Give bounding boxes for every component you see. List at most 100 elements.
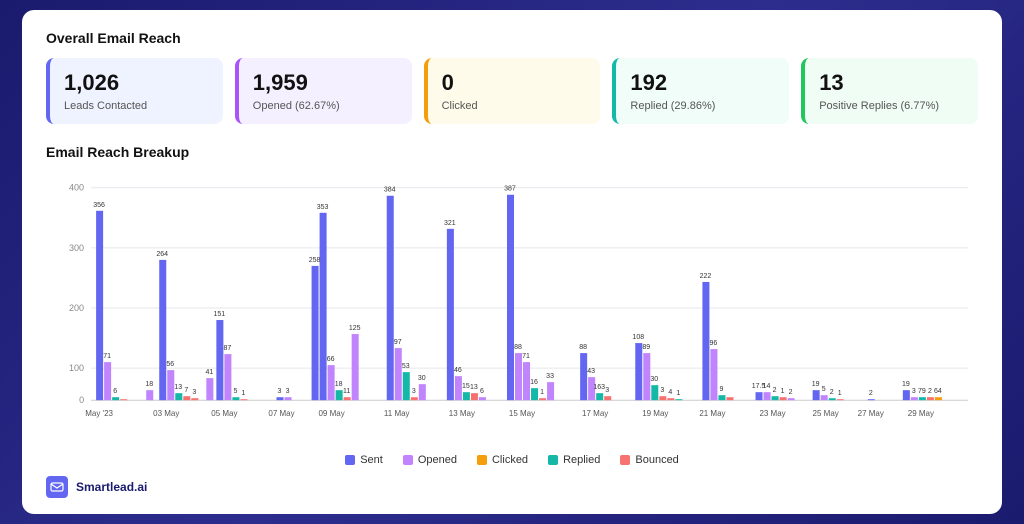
svg-text:71: 71 — [522, 353, 530, 360]
svg-text:264: 264 — [156, 251, 168, 258]
bar — [903, 390, 910, 400]
svg-text:3: 3 — [192, 389, 196, 396]
bar — [159, 260, 166, 400]
smartlead-logo-svg — [50, 480, 64, 494]
svg-text:0: 0 — [79, 395, 84, 405]
svg-text:33: 33 — [546, 373, 554, 380]
svg-text:1: 1 — [241, 390, 245, 397]
svg-text:43: 43 — [587, 368, 595, 375]
bar — [240, 399, 247, 400]
bar — [471, 393, 478, 400]
svg-text:200: 200 — [69, 303, 84, 313]
svg-text:13 May: 13 May — [449, 409, 475, 418]
svg-text:353: 353 — [317, 203, 329, 210]
svg-text:2: 2 — [830, 389, 834, 396]
svg-text:3: 3 — [286, 388, 290, 395]
svg-text:07 May: 07 May — [268, 409, 294, 418]
svg-text:18: 18 — [335, 381, 343, 388]
bar — [403, 372, 410, 400]
svg-text:3: 3 — [605, 387, 609, 394]
bar — [927, 397, 934, 400]
bar — [312, 266, 319, 400]
bar — [675, 399, 682, 400]
svg-text:2: 2 — [773, 387, 777, 394]
metric-opened-label: Opened (62.67%) — [253, 100, 398, 112]
svg-text:88: 88 — [514, 344, 522, 351]
svg-text:29 May: 29 May — [908, 409, 934, 418]
legend-opened-dot — [403, 455, 413, 465]
legend-clicked-label: Clicked — [492, 454, 528, 466]
svg-text:4: 4 — [668, 389, 672, 396]
svg-text:5: 5 — [233, 388, 237, 395]
svg-text:2: 2 — [928, 388, 932, 395]
svg-text:1: 1 — [540, 389, 544, 396]
bar — [935, 397, 942, 400]
bar — [167, 370, 174, 400]
bar — [515, 353, 522, 400]
svg-text:23 May: 23 May — [759, 409, 785, 418]
legend-bounced-label: Bounced — [635, 454, 678, 466]
svg-text:3: 3 — [412, 388, 416, 395]
bar — [772, 396, 779, 400]
svg-text:18: 18 — [145, 381, 153, 388]
svg-text:66: 66 — [327, 356, 335, 363]
bar — [320, 212, 327, 399]
bar — [146, 390, 153, 400]
svg-text:222: 222 — [700, 273, 712, 280]
bar — [596, 393, 603, 400]
bar — [788, 398, 795, 400]
svg-text:May '23: May '23 — [85, 409, 113, 418]
bar — [651, 385, 658, 400]
svg-text:71: 71 — [103, 353, 111, 360]
bar — [659, 396, 666, 400]
bar — [643, 353, 650, 400]
bar — [232, 397, 239, 400]
metric-leads-label: Leads Contacted — [64, 100, 209, 112]
legend-sent-dot — [345, 455, 355, 465]
bar — [710, 349, 717, 400]
svg-text:108: 108 — [632, 334, 644, 341]
bar — [112, 397, 119, 400]
bar — [120, 399, 127, 400]
chart-area: 400 300 200 100 0 356 71 6 May '23 264 — [46, 168, 978, 448]
svg-text:1: 1 — [676, 390, 680, 397]
svg-text:258: 258 — [309, 257, 321, 264]
bar — [183, 396, 190, 400]
legend-clicked-dot — [477, 455, 487, 465]
svg-text:03 May: 03 May — [153, 409, 179, 418]
svg-text:05 May: 05 May — [211, 409, 237, 418]
overall-title: Overall Email Reach — [46, 30, 978, 46]
svg-text:400: 400 — [69, 182, 84, 192]
svg-text:13: 13 — [174, 384, 182, 391]
bar — [96, 210, 103, 399]
svg-text:11 May: 11 May — [384, 409, 410, 418]
svg-text:16: 16 — [530, 379, 538, 386]
bar — [726, 397, 733, 400]
svg-text:97: 97 — [394, 339, 402, 346]
bar — [206, 378, 213, 400]
svg-text:30: 30 — [650, 376, 658, 383]
bar — [547, 382, 554, 400]
svg-text:9: 9 — [719, 386, 723, 393]
bar — [813, 390, 820, 400]
metrics-row: 1,026 Leads Contacted 1,959 Opened (62.6… — [46, 58, 978, 123]
svg-text:3: 3 — [660, 387, 664, 394]
bar — [531, 388, 538, 400]
metric-replied-label: Replied (29.86%) — [630, 100, 775, 112]
bar — [455, 376, 462, 400]
bar — [285, 397, 292, 400]
main-card: Overall Email Reach 1,026 Leads Contacte… — [22, 10, 1002, 513]
bar — [175, 393, 182, 400]
svg-text:56: 56 — [166, 361, 174, 368]
bar-chart: 400 300 200 100 0 356 71 6 May '23 264 — [46, 168, 978, 448]
legend-bounced-dot — [620, 455, 630, 465]
svg-text:11: 11 — [343, 388, 350, 395]
legend-opened: Opened — [403, 454, 457, 466]
svg-text:1: 1 — [781, 388, 785, 395]
bar — [191, 398, 198, 400]
bar — [507, 194, 514, 399]
legend-sent-label: Sent — [360, 454, 383, 466]
bar — [216, 320, 223, 400]
svg-text:09 May: 09 May — [318, 409, 344, 418]
metric-positive-value: 13 — [819, 70, 964, 96]
